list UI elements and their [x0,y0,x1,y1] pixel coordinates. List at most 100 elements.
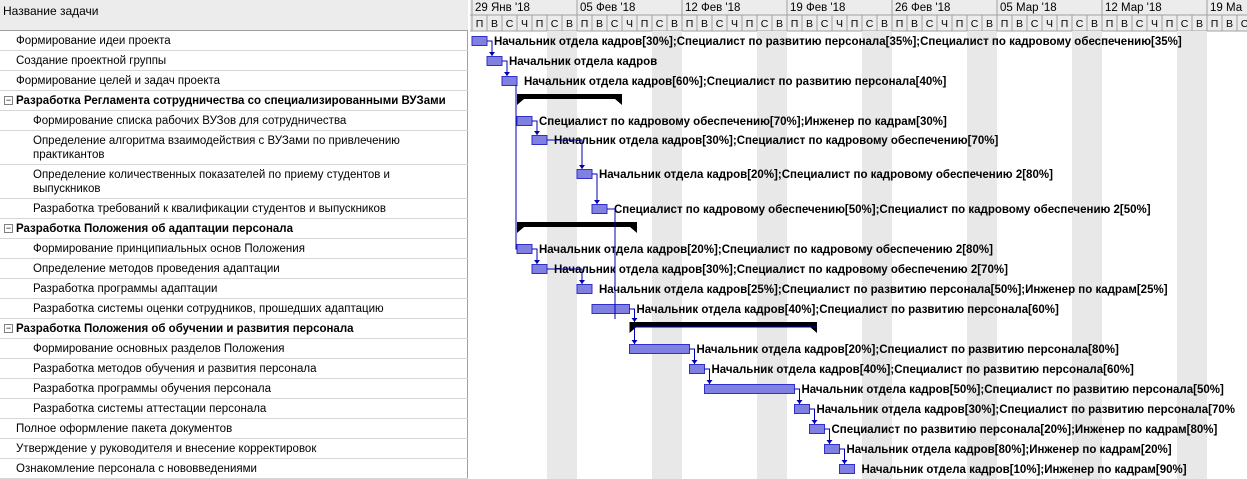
day-letter: С [506,18,514,30]
day-letter: Ч [836,18,843,30]
task-row[interactable]: Определение количественных показателей п… [0,165,468,199]
resource-label: Начальник отдела кадров[20%];Специалист … [539,244,993,256]
resource-label: Начальник отдела кадров[30%];Специалист … [554,264,1008,276]
task-name: Разработка системы аттестации персонала [33,403,267,415]
task-row[interactable]: Определение методов проведения адаптации [0,259,468,279]
day-letter: В [1196,18,1203,30]
summary-bar-end-cap [630,227,637,233]
dependency-arrow [631,340,638,344]
resource-label: Начальник отдела кадров[30%];Специалист … [554,135,998,147]
task-bar[interactable] [591,304,630,314]
task-bar[interactable] [591,204,608,214]
task-bar[interactable] [794,404,810,414]
summary-task-row[interactable]: − Разработка Положения об обучении и разв… [0,319,468,339]
task-row[interactable]: Формирование основных разделов Положения [0,339,468,359]
resource-label: Начальник отдела кадров[25%];Специалист … [599,284,1168,296]
task-bar[interactable] [824,444,840,454]
task-bar[interactable] [689,364,705,374]
week-label: 05 Мар '18 [1000,2,1057,14]
task-bar[interactable] [471,36,488,46]
week-label: 05 Фев '18 [580,2,635,14]
day-letter: С [611,18,619,30]
summary-bar[interactable] [517,94,622,99]
task-row[interactable]: Разработка требований к квалификации сту… [0,199,468,219]
task-row[interactable]: Разработка программы адаптации [0,279,468,299]
task-bar[interactable] [809,424,825,434]
resource-label: Начальник отдела кадров[30%];Специалист … [817,404,1235,416]
task-row[interactable]: Формирование списка рабочих ВУЗов для со… [0,111,468,131]
resource-label: Начальник отдела кадров[50%];Специалист … [802,384,1224,396]
day-letter: В [881,18,888,30]
dependency-arrow [534,260,540,264]
day-letter: С [1241,18,1247,30]
day-letter: В [776,18,783,30]
day-letter: С [716,18,724,30]
task-name: Формирование списка рабочих ВУЗов для со… [33,115,347,127]
day-letter: П [1166,18,1174,30]
task-bar[interactable] [516,116,533,126]
day-letter: С [761,18,769,30]
dependency-arrow [631,318,638,322]
task-row[interactable]: Разработка системы оценки сотрудников, п… [0,299,468,319]
week-label: 12 Фев '18 [685,2,740,14]
task-row[interactable]: Формирование идеи проекта [0,31,468,51]
summary-task-row[interactable]: − Разработка Положения об адаптации персо… [0,219,468,239]
task-bar[interactable] [839,464,855,474]
task-bar[interactable] [576,284,593,294]
day-letter: С [1136,18,1144,30]
task-bar[interactable] [501,76,518,86]
task-bar[interactable] [531,264,548,274]
task-name: Полное оформление пакета документов [16,423,233,435]
summary-bar[interactable] [629,322,818,327]
task-name: Формирование идеи проекта [16,35,171,47]
summary-task-row[interactable]: − Разработка Регламента сотрудничества со… [0,91,468,111]
task-row[interactable]: Ознакомление персонала с нововведениями [0,459,468,479]
collapse-toggle-icon[interactable]: − [4,324,13,333]
collapse-toggle-icon[interactable]: − [4,224,13,233]
task-row[interactable]: Создание проектной группы [0,51,468,71]
task-row[interactable]: Разработка методов обучения и развития п… [0,359,468,379]
day-letter: С [656,18,664,30]
resource-label: Начальник отдела кадров [509,56,657,68]
task-bar[interactable] [629,344,690,354]
week-label: 19 Фев '18 [790,2,845,14]
task-name: Формирование целей и задач проекта [16,75,221,87]
week-label: 29 Янв '18 [475,2,530,14]
task-row[interactable]: Формирование целей и задач проекта [0,71,468,91]
resource-label: Начальник отдела кадров[10%];Инженер по … [862,464,1187,476]
day-letter: С [866,18,874,30]
task-row[interactable]: Полное оформление пакета документов [0,419,468,439]
day-letter: В [911,18,918,30]
dependency-arrow [579,280,585,284]
resource-label: Начальник отдела кадров[40%];Специалист … [712,364,1134,376]
summary-bar[interactable] [517,222,637,227]
task-row[interactable]: Разработка системы аттестации персонала [0,399,468,419]
summary-bar-start-cap [517,99,524,105]
day-letter: В [1226,18,1233,30]
resource-label: Специалист по кадровому обеспечению[50%]… [614,204,1151,216]
day-letter: В [566,18,573,30]
day-letter: П [1211,18,1219,30]
task-row[interactable]: Разработка программы обучения персонала [0,379,468,399]
day-letter: Ч [1151,18,1158,30]
task-bar[interactable] [516,244,533,254]
dependency-arrow [691,360,698,364]
day-letter: П [1001,18,1009,30]
task-name-column-header[interactable]: Название задачи [0,0,468,31]
resource-label: Начальник отдела кадров[20%];Специалист … [697,344,1119,356]
task-row[interactable]: Формирование принципиальных основ Положе… [0,239,468,259]
task-bar[interactable] [576,169,593,179]
task-name: Разработка программы обучения персонала [33,383,271,395]
collapse-toggle-icon[interactable]: − [4,96,13,105]
task-bar[interactable] [486,56,503,66]
day-letter: С [926,18,934,30]
day-letter: П [536,18,544,30]
task-bar[interactable] [531,135,548,145]
task-name: Формирование принципиальных основ Положе… [33,243,305,255]
task-row[interactable]: Определение алгоритма взаимодействия с В… [0,131,468,165]
task-name-column-label: Название задачи [3,4,99,18]
day-letter: В [986,18,993,30]
task-bar[interactable] [704,384,795,394]
day-letter: Ч [1046,18,1053,30]
task-row[interactable]: Утверждение у руководителя и внесение ко… [0,439,468,459]
